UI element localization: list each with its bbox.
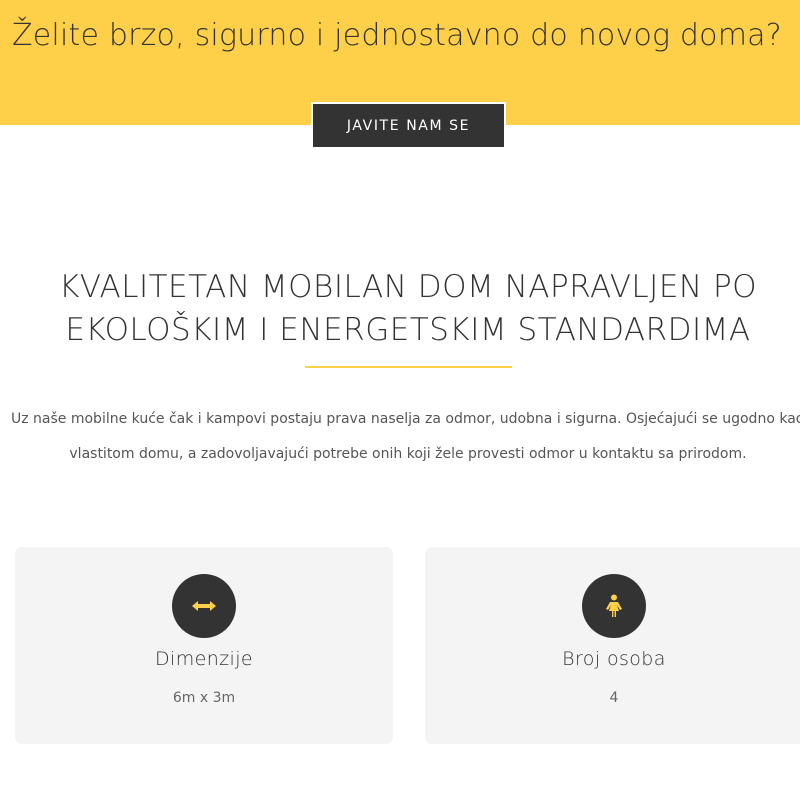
feature-value: 4 (609, 690, 619, 706)
feature-title: Broj osoba (562, 648, 666, 670)
section-heading-line-1: KVALITETAN MOBILAN DOM NAPRAVLJEN PO (58, 269, 758, 305)
intro-paragraph: Uz naše mobilne kuće čak i kampovi posta… (0, 402, 800, 472)
feature-title: Dimenzije (155, 648, 253, 670)
intro-line-2: vlastitom domu, a zadovoljavajući potreb… (69, 446, 747, 462)
section-heading: KVALITETAN MOBILAN DOM NAPRAVLJEN PO EKO… (0, 266, 800, 352)
intro-line-1: Uz naše mobilne kuće čak i kampovi posta… (11, 411, 800, 427)
arrows-horizontal-icon (172, 574, 236, 638)
heading-divider (305, 366, 512, 368)
feature-card-dimensions: Dimenzije 6m x 3m (15, 547, 393, 744)
contact-us-button[interactable]: JAVITE NAM SE (311, 102, 506, 149)
section-heading-line-2: EKOLOŠKIM I ENERGETSKIM STANDARDIMA (65, 312, 751, 348)
banner-title: Želite brzo, sigurno i jednostavno do no… (12, 18, 782, 53)
person-icon (582, 574, 646, 638)
feature-value: 6m x 3m (172, 690, 236, 706)
feature-card-persons: Broj osoba 4 (425, 547, 800, 744)
